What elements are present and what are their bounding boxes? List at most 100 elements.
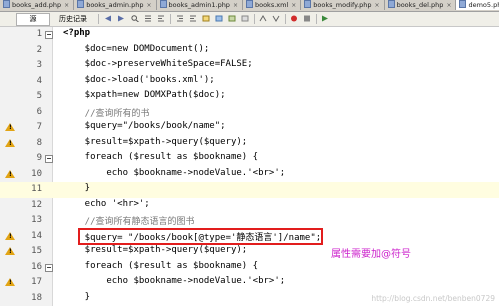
- line-number: 2: [36, 44, 42, 55]
- toolbar-divider: [254, 14, 255, 24]
- toolbar-divider: [285, 14, 286, 24]
- code-text: $result=$xpath->query($query);: [63, 136, 248, 147]
- code-text: $doc=new DOMDocument();: [63, 43, 210, 54]
- comment-icon[interactable]: [259, 15, 267, 22]
- annotation-note: 属性需要加@符号: [331, 249, 411, 260]
- close-icon[interactable]: ×: [375, 2, 380, 9]
- line-number: 12: [31, 199, 42, 210]
- close-icon[interactable]: ×: [146, 2, 151, 9]
- find-next-icon[interactable]: [157, 15, 165, 22]
- php-file-icon: [159, 0, 167, 8]
- tab-label: demo5.php: [468, 1, 499, 9]
- current-code-line: 11 }: [0, 182, 499, 198]
- editor-toolbar: 源 历史记录: [0, 12, 499, 27]
- php-file-icon: [304, 0, 312, 8]
- forward-icon[interactable]: [117, 15, 125, 22]
- tab-books-admin1[interactable]: books_admin1.php ×: [157, 0, 243, 10]
- tab-books-modify[interactable]: books_modify.php ×: [301, 0, 385, 10]
- code-text: echo '<hr>';: [63, 198, 150, 209]
- php-file-icon: [387, 0, 395, 8]
- warning-icon[interactable]: [5, 247, 15, 255]
- xml-file-icon: [245, 0, 253, 8]
- toolbar-divider: [316, 14, 317, 24]
- code-text: $xpath=new DOMXPath($doc);: [63, 90, 226, 100]
- line-number: 15: [31, 246, 42, 256]
- code-line: 2 $doc=new DOMDocument();: [0, 43, 499, 59]
- tab-books-del[interactable]: books_del.php ×: [385, 0, 457, 10]
- tab-books-xml[interactable]: books.xml ×: [243, 0, 302, 10]
- line-number: 6: [36, 106, 42, 117]
- highlight-box: [78, 227, 323, 245]
- code-line: 12 echo '<hr>';: [0, 198, 499, 214]
- warning-icon[interactable]: [5, 123, 15, 131]
- code-line: 13 //查询所有静态语言的图书: [0, 213, 499, 229]
- previous-bookmark-icon[interactable]: [228, 15, 236, 22]
- code-text: $query="/books/book/name";: [63, 121, 226, 131]
- code-line: 5 $xpath=new DOMXPath($doc);: [0, 89, 499, 105]
- line-number: 10: [31, 168, 42, 179]
- code-line: 16 foreach ($result as $bookname) {: [0, 260, 499, 276]
- close-icon[interactable]: ×: [233, 2, 238, 9]
- toolbar-divider: [170, 14, 171, 24]
- code-text: foreach ($result as $bookname) {: [63, 260, 259, 271]
- close-icon[interactable]: ×: [291, 2, 296, 9]
- line-number: 16: [31, 261, 42, 272]
- warning-icon[interactable]: [5, 231, 15, 240]
- code-text: foreach ($result as $bookname) {: [63, 152, 259, 162]
- tab-label: books_modify.php: [313, 1, 372, 9]
- code-line: 4 $doc->load('books.xml');: [0, 74, 499, 90]
- code-text: echo $bookname->nodeValue.'<br>';: [63, 167, 286, 178]
- tab-label: books.xml: [254, 1, 289, 9]
- toggle-highlight-icon[interactable]: [202, 15, 210, 22]
- tab-label: books_add.php: [12, 1, 62, 9]
- line-number: 4: [36, 75, 42, 86]
- warning-icon[interactable]: [5, 278, 15, 286]
- record-macro-icon[interactable]: [290, 15, 298, 22]
- tab-books-admin[interactable]: books_admin.php ×: [74, 0, 157, 10]
- warning-icon[interactable]: [5, 169, 15, 178]
- fold-toggle-icon[interactable]: [45, 31, 53, 39]
- tab-demo5[interactable]: demo5.php: [456, 0, 499, 10]
- watermark: http://blog.csdn.net/benben0729: [371, 294, 495, 303]
- tab-label: books_admin.php: [86, 1, 144, 9]
- comment-text: //查询所有静态语言的图书: [63, 217, 195, 227]
- uncomment-icon[interactable]: [272, 15, 280, 22]
- shift-right-icon[interactable]: [189, 15, 197, 22]
- line-number: 11: [31, 184, 42, 194]
- line-number: 5: [36, 91, 42, 101]
- find-previous-icon[interactable]: [144, 15, 152, 22]
- code-line: 10 echo $bookname->nodeValue.'<br>';: [0, 167, 499, 183]
- code-line: 1 <?php: [0, 27, 499, 43]
- code-text: }: [63, 183, 91, 193]
- code-text: $doc->load('books.xml');: [63, 74, 215, 85]
- next-bookmark-icon[interactable]: [241, 15, 249, 22]
- code-editor[interactable]: 1 <?php 2 $doc=new DOMDocument(); 3 $doc->p…: [0, 27, 499, 306]
- history-button[interactable]: 历史记录: [50, 13, 96, 26]
- line-number: 9: [36, 153, 42, 163]
- code-line: 9 foreach ($result as $bookname) {: [0, 151, 499, 167]
- back-icon[interactable]: [104, 15, 112, 22]
- shift-left-icon[interactable]: [176, 15, 184, 22]
- toggle-bookmark-icon[interactable]: [215, 15, 223, 22]
- find-icon[interactable]: [131, 15, 139, 22]
- fold-toggle-icon[interactable]: [45, 263, 53, 272]
- toolbar-divider: [98, 14, 99, 24]
- close-icon[interactable]: ×: [446, 2, 451, 9]
- file-tab-bar: books_add.php × books_admin.php × books_admi…: [0, 0, 499, 12]
- code-text: echo $bookname->nodeValue.'<br>';: [63, 276, 286, 286]
- source-button[interactable]: 源: [16, 13, 50, 26]
- tab-books-add[interactable]: books_add.php ×: [0, 0, 75, 10]
- fold-toggle-icon[interactable]: [45, 155, 53, 163]
- warning-icon[interactable]: [5, 138, 15, 147]
- stop-macro-icon[interactable]: [303, 15, 311, 22]
- run-icon[interactable]: [321, 15, 329, 22]
- code-text: <?php: [63, 28, 91, 38]
- code-line: 15 $result=$xpath->query($query);: [0, 244, 499, 260]
- comment-text: //查询所有的书: [63, 108, 150, 119]
- code-line: 17 echo $bookname->nodeValue.'<br>';: [0, 275, 499, 291]
- line-number: 8: [36, 137, 42, 148]
- php-file-icon: [3, 0, 10, 8]
- php-file-icon: [459, 0, 467, 8]
- close-icon[interactable]: ×: [64, 2, 69, 9]
- code-line: 6 //查询所有的书: [0, 105, 499, 121]
